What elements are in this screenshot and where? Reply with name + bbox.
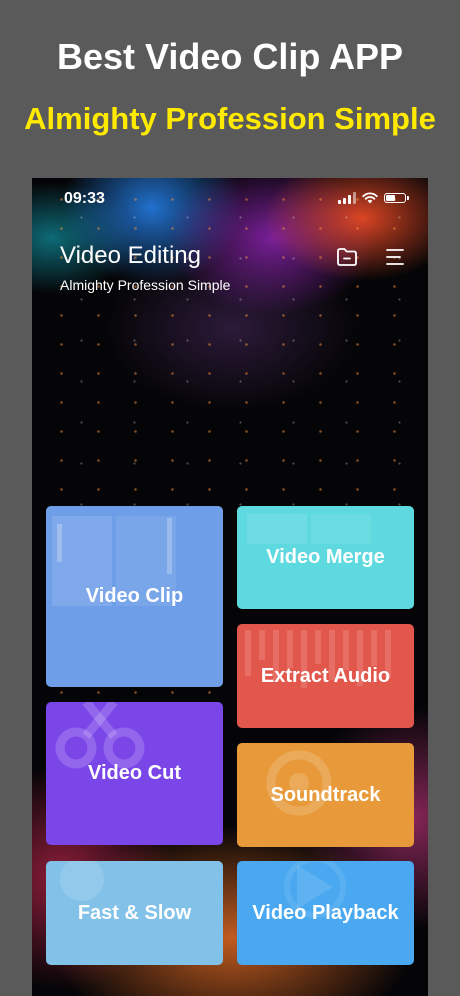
wifi-icon xyxy=(362,192,378,204)
signal-icon xyxy=(338,192,356,204)
battery-icon xyxy=(384,193,409,203)
menu-button[interactable] xyxy=(382,244,408,270)
video-playback-label: Video Playback xyxy=(252,901,399,924)
status-icons xyxy=(338,192,409,204)
extract-audio-label: Extract Audio xyxy=(260,664,391,687)
video-merge-tile[interactable]: Video Merge xyxy=(237,506,414,609)
folder-button[interactable] xyxy=(334,244,360,270)
video-cut-label: Video Cut xyxy=(88,762,181,784)
battery-level xyxy=(386,195,395,201)
video-clip-label: Video Clip xyxy=(85,585,184,607)
video-cut-tile[interactable]: Video Cut xyxy=(46,702,223,845)
fast-slow-label: Fast & Slow xyxy=(77,901,192,924)
extract-audio-tile[interactable]: Extract Audio xyxy=(237,624,414,728)
video-clip-tile[interactable]: Video Clip xyxy=(46,506,223,687)
status-time: 09:33 xyxy=(64,190,105,207)
promo-screen: Best Video Clip APP Almighty Profession … xyxy=(0,0,460,996)
app-title: Video Editing xyxy=(60,242,201,269)
video-merge-label: Video Merge xyxy=(266,546,385,568)
soundtrack-label: Soundtrack xyxy=(270,783,381,806)
soundtrack-tile[interactable]: Soundtrack xyxy=(237,743,414,847)
menu-icon xyxy=(386,249,404,265)
fast-slow-tile[interactable]: Fast & Slow xyxy=(46,861,223,965)
promo-headline: Best Video Clip APP xyxy=(56,36,404,77)
promo-subheadline: Almighty Profession Simple xyxy=(24,101,436,136)
status-bar: 09:33 xyxy=(32,178,428,222)
app-subtitle: Almighty Profession Simple xyxy=(60,277,231,293)
phone-screen: 09:33 Video Editing Almighty Profession … xyxy=(32,178,428,996)
folder-icon xyxy=(337,248,357,266)
video-playback-tile[interactable]: Video Playback xyxy=(237,861,414,965)
